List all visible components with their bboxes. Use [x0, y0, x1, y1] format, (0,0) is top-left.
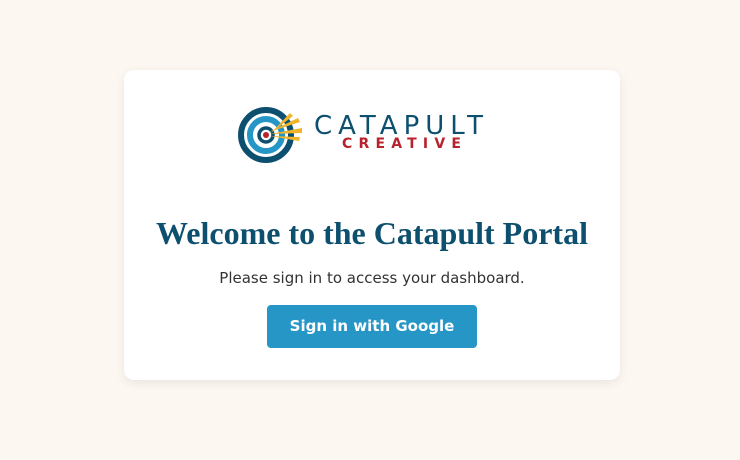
- brand-logo: CATAPULT CREATIVE: [238, 106, 508, 164]
- page-subtitle: Please sign in to access your dashboard.: [219, 269, 525, 287]
- target-logo-icon: [238, 107, 302, 163]
- login-card: CATAPULT CREATIVE Welcome to the Catapul…: [124, 70, 620, 380]
- google-sign-in-button[interactable]: Sign in with Google: [267, 305, 477, 348]
- brand-tagline: CREATIVE: [342, 136, 468, 152]
- page-title: Welcome to the Catapult Portal: [156, 215, 588, 251]
